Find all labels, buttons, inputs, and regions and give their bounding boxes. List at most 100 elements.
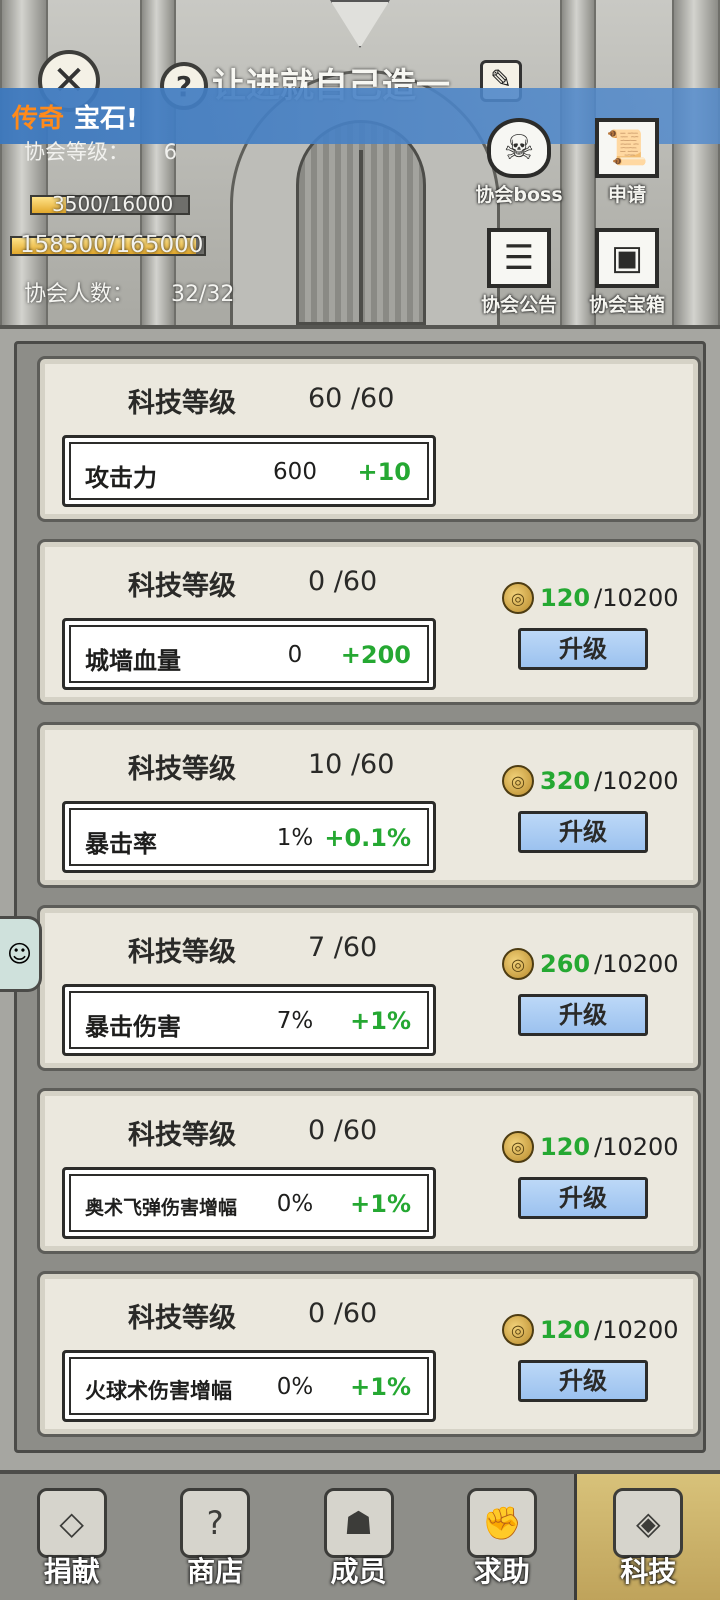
- upgrade-cost: ◎ 260 /10200: [502, 946, 679, 982]
- member-count: 协会人数： 32/32: [24, 276, 234, 308]
- tech-level-value: 0 /60: [308, 1115, 378, 1146]
- tech-panel: 科技等级 60 /60 攻击力 600 +10 科技等级 0 /60 城墙血量 …: [0, 325, 720, 1470]
- member-count-label: 协会人数：: [24, 282, 135, 307]
- fund-bar-label: 158500/165000: [20, 232, 204, 258]
- stat-box: 攻击力 600 +10: [62, 435, 436, 507]
- upgrade-cost: ◎ 120 /10200: [502, 1129, 679, 1165]
- cost-have: 320: [540, 767, 591, 795]
- cost-need: /10200: [594, 950, 679, 978]
- tech-card-fireball: 科技等级 0 /60 火球术伤害增幅 0% +1% ◎ 120 /10200 升…: [37, 1271, 701, 1437]
- upgrade-cost: ◎ 320 /10200: [502, 763, 679, 799]
- castle-door-split: [359, 150, 363, 325]
- tech-card-crit-damage: 科技等级 7 /60 暴击伤害 7% +1% ◎ 260 /10200 升级: [37, 905, 701, 1071]
- apply-button[interactable]: 📜 申请: [572, 118, 682, 207]
- guild-notice-label: 协会公告: [480, 294, 557, 316]
- tech-level-label: 科技等级: [128, 1303, 236, 1334]
- shop-icon: ?: [180, 1488, 251, 1558]
- nav-tech-label: 科技: [620, 1555, 677, 1588]
- coin-icon: ◎: [502, 1314, 534, 1346]
- stat-increment: +1%: [350, 1190, 411, 1218]
- apply-label: 申请: [607, 184, 646, 206]
- avatar-icon: ☺: [6, 940, 33, 968]
- stat-increment: +200: [340, 641, 411, 669]
- coin-icon: ◎: [502, 1131, 534, 1163]
- skull-icon: ☠: [487, 118, 551, 178]
- tech-card-crit-rate: 科技等级 10 /60 暴击率 1% +0.1% ◎ 320 /10200 升级: [37, 722, 701, 888]
- nav-members[interactable]: ☗ 成员: [287, 1474, 430, 1600]
- rune-icon: ◈: [613, 1488, 684, 1558]
- treasure-chest-icon: ▣: [595, 228, 659, 288]
- cost-need: /10200: [594, 1133, 679, 1161]
- tech-level-value: 0 /60: [308, 566, 378, 597]
- stat-box: 暴击伤害 7% +1%: [62, 984, 436, 1056]
- donate-icon: ◇: [36, 1488, 107, 1558]
- exp-bar-label: 3500/16000: [52, 192, 174, 216]
- nav-shop-label: 商店: [187, 1555, 244, 1588]
- tech-card-arcane-missile: 科技等级 0 /60 奥术飞弹伤害增幅 0% +1% ◎ 120 /10200 …: [37, 1088, 701, 1254]
- stat-increment: +10: [357, 458, 411, 486]
- stat-name: 暴击率: [85, 830, 157, 858]
- stat-current: 1%: [276, 825, 314, 851]
- nav-members-label: 成员: [330, 1555, 387, 1588]
- guild-chest-button[interactable]: ▣ 协会宝箱: [572, 228, 682, 317]
- stat-current: 0: [287, 642, 303, 668]
- scroll-icon: 📜: [595, 118, 659, 178]
- upgrade-cost: ◎ 120 /10200: [502, 580, 679, 616]
- tech-card-wall-hp: 科技等级 0 /60 城墙血量 0 +200 ◎ 120 /10200 升级: [37, 539, 701, 705]
- coin-icon: ◎: [502, 582, 534, 614]
- stat-current: 0%: [276, 1374, 314, 1400]
- banner-text: 宝石!: [74, 103, 138, 134]
- guild-notice-button[interactable]: ☰ 协会公告: [464, 228, 574, 317]
- tech-list[interactable]: 科技等级 60 /60 攻击力 600 +10 科技等级 0 /60 城墙血量 …: [14, 341, 706, 1453]
- member-count-value: 32/32: [171, 282, 235, 307]
- cost-have: 120: [540, 584, 591, 612]
- guild-chest-label: 协会宝箱: [588, 294, 665, 316]
- fist-icon: ✊: [466, 1488, 537, 1558]
- tech-level-label: 科技等级: [128, 1120, 236, 1151]
- notice-board-icon: ☰: [487, 228, 551, 288]
- hooded-figure-icon: ☗: [323, 1488, 394, 1558]
- tech-level-value: 60 /60: [308, 383, 395, 414]
- nav-shop[interactable]: ? 商店: [143, 1474, 286, 1600]
- tech-card-attack: 科技等级 60 /60 攻击力 600 +10: [37, 356, 701, 522]
- stat-current: 600: [273, 459, 317, 485]
- stat-name: 奥术飞弹伤害增幅: [85, 1197, 238, 1219]
- coin-icon: ◎: [502, 765, 534, 797]
- cost-need: /10200: [594, 1316, 679, 1344]
- cost-have: 120: [540, 1133, 591, 1161]
- nav-tech[interactable]: ◈ 科技: [573, 1474, 720, 1600]
- coin-icon: ◎: [502, 948, 534, 980]
- nav-donate[interactable]: ◇ 捐献: [0, 1474, 143, 1600]
- guild-boss-button[interactable]: ☠ 协会boss: [464, 118, 574, 207]
- stat-box: 火球术伤害增幅 0% +1%: [62, 1350, 436, 1422]
- guild-level-value: 6: [163, 140, 178, 164]
- stat-current: 7%: [276, 1008, 314, 1034]
- upgrade-button[interactable]: 升级: [518, 811, 648, 853]
- tech-level-value: 10 /60: [308, 749, 395, 780]
- nav-help[interactable]: ✊ 求助: [430, 1474, 573, 1600]
- upgrade-button[interactable]: 升级: [518, 1177, 648, 1219]
- cost-need: /10200: [594, 767, 679, 795]
- tech-level-label: 科技等级: [128, 937, 236, 968]
- stat-box: 城墙血量 0 +200: [62, 618, 436, 690]
- tech-level-label: 科技等级: [128, 754, 236, 785]
- tech-level-label: 科技等级: [128, 388, 236, 419]
- banner-rarity: 传奇: [12, 103, 65, 134]
- stat-box: 奥术飞弹伤害增幅 0% +1%: [62, 1167, 436, 1239]
- side-avatar-tab[interactable]: ☺: [0, 916, 42, 992]
- stat-name: 攻击力: [85, 464, 157, 492]
- nav-help-label: 求助: [473, 1555, 530, 1588]
- stat-name: 城墙血量: [85, 647, 181, 675]
- tech-level-label: 科技等级: [128, 571, 236, 602]
- bottom-nav: ◇ 捐献 ? 商店 ☗ 成员 ✊ 求助 ◈ 科技: [0, 1470, 720, 1600]
- stat-name: 火球术伤害增幅: [85, 1379, 232, 1403]
- upgrade-button[interactable]: 升级: [518, 994, 648, 1036]
- stat-box: 暴击率 1% +0.1%: [62, 801, 436, 873]
- cost-need: /10200: [594, 584, 679, 612]
- nav-donate-label: 捐献: [43, 1555, 100, 1588]
- tech-level-value: 7 /60: [308, 932, 378, 963]
- upgrade-button[interactable]: 升级: [518, 1360, 648, 1402]
- guild-header: ✕ ? 让进就自己造一 ✎ 传奇 宝石! 协会等级： 6 3500/16000 …: [0, 0, 720, 325]
- castle-crest: [330, 0, 390, 48]
- upgrade-button[interactable]: 升级: [518, 628, 648, 670]
